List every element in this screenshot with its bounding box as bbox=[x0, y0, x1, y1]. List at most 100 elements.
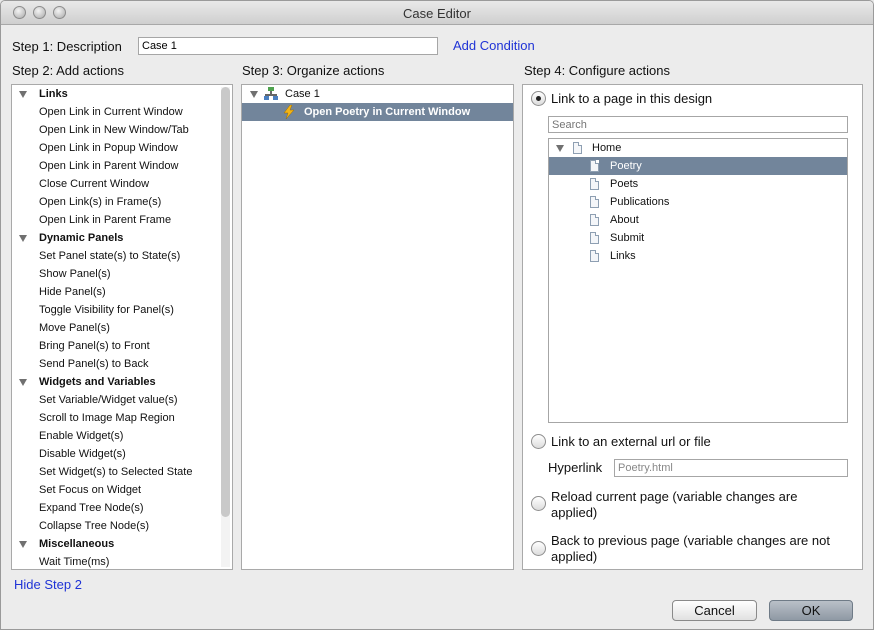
step3-label: Step 3: Organize actions bbox=[242, 63, 385, 78]
tree-node-page[interactable]: About bbox=[549, 211, 847, 229]
action-item-label: Open Link in Popup Window bbox=[39, 142, 178, 154]
action-item[interactable]: Open Link in New Window/Tab bbox=[12, 121, 232, 139]
organize-actions-tree: Case 1 Open Poetry in Current Window bbox=[241, 84, 514, 570]
action-item[interactable]: Set Variable/Widget value(s) bbox=[12, 391, 232, 409]
action-item[interactable]: Wait Time(ms) bbox=[12, 553, 232, 569]
page-icon bbox=[590, 214, 599, 226]
action-item[interactable]: Set Widget(s) to Selected State bbox=[12, 463, 232, 481]
action-item-label: Scroll to Image Map Region bbox=[39, 412, 175, 424]
radio-back-page-label-line2: applied) bbox=[551, 549, 598, 564]
action-item[interactable]: Bring Panel(s) to Front bbox=[12, 337, 232, 355]
radio-reload-page[interactable] bbox=[531, 496, 546, 511]
page-icon bbox=[590, 160, 599, 172]
action-item-label: Open Link in New Window/Tab bbox=[39, 124, 189, 136]
tree-node-page[interactable]: Poets bbox=[549, 175, 847, 193]
step4-label: Step 4: Configure actions bbox=[524, 63, 670, 78]
action-item[interactable]: Send Panel(s) to Back bbox=[12, 355, 232, 373]
collapse-triangle-icon[interactable] bbox=[250, 91, 258, 98]
action-item[interactable]: Open Link in Parent Window bbox=[12, 157, 232, 175]
action-item-label: Expand Tree Node(s) bbox=[39, 502, 144, 514]
case-node[interactable]: Case 1 bbox=[242, 85, 513, 103]
page-tree: Home Poetry Poets Publications About Submit L… bbox=[548, 138, 848, 423]
tree-node-label: Home bbox=[592, 142, 622, 154]
actions-scroll-thumb[interactable] bbox=[221, 87, 230, 517]
action-group-header[interactable]: Miscellaneous bbox=[12, 535, 232, 553]
action-item-label: Collapse Tree Node(s) bbox=[39, 520, 150, 532]
page-icon bbox=[590, 196, 599, 208]
action-item[interactable]: Set Focus on Widget bbox=[12, 481, 232, 499]
action-item[interactable]: Toggle Visibility for Panel(s) bbox=[12, 301, 232, 319]
action-item-label: Set Variable/Widget value(s) bbox=[39, 394, 178, 406]
tree-node-home[interactable]: Home bbox=[549, 139, 847, 157]
action-item[interactable]: Hide Panel(s) bbox=[12, 283, 232, 301]
radio-external-url-label: Link to an external url or file bbox=[551, 434, 711, 449]
action-item[interactable]: Scroll to Image Map Region bbox=[12, 409, 232, 427]
action-group-title: Miscellaneous bbox=[39, 538, 115, 550]
action-item[interactable]: Set Panel state(s) to State(s) bbox=[12, 247, 232, 265]
action-group-header[interactable]: Dynamic Panels bbox=[12, 229, 232, 247]
action-item[interactable]: Expand Tree Node(s) bbox=[12, 499, 232, 517]
action-group-title: Widgets and Variables bbox=[39, 376, 156, 388]
radio-back-page-label-line1: Back to previous page (variable changes … bbox=[551, 533, 830, 548]
action-item-label: Open Link in Parent Window bbox=[39, 160, 179, 172]
case-label: Case 1 bbox=[285, 88, 320, 100]
action-group-header[interactable]: Widgets and Variables bbox=[12, 373, 232, 391]
tree-node-label: Submit bbox=[610, 232, 645, 244]
case-editor-window: Case Editor Step 1: Description Add Cond… bbox=[0, 0, 874, 630]
actions-list: Links Open Link in Current Window Open Lin… bbox=[11, 84, 233, 570]
action-item-label: Disable Widget(s) bbox=[39, 448, 126, 460]
tree-node-label: About bbox=[610, 214, 639, 226]
tree-node-page[interactable]: Links bbox=[549, 247, 847, 265]
collapse-triangle-icon[interactable] bbox=[19, 379, 27, 386]
title-bar: Case Editor bbox=[1, 1, 873, 25]
tree-node-page[interactable]: Submit bbox=[549, 229, 847, 247]
action-item-label: Send Panel(s) to Back bbox=[39, 358, 149, 370]
radio-external-url[interactable] bbox=[531, 434, 546, 449]
collapse-triangle-icon[interactable] bbox=[19, 235, 27, 242]
action-item[interactable]: Open Link in Parent Frame bbox=[12, 211, 232, 229]
radio-link-page[interactable] bbox=[531, 91, 546, 106]
action-label: Open Poetry in Current Window bbox=[304, 106, 471, 118]
tree-node-label: Poets bbox=[610, 178, 639, 190]
action-item[interactable]: Disable Widget(s) bbox=[12, 445, 232, 463]
lightning-icon bbox=[283, 104, 295, 125]
collapse-triangle-icon[interactable] bbox=[19, 541, 27, 548]
hyperlink-input[interactable] bbox=[614, 459, 848, 477]
radio-back-page[interactable] bbox=[531, 541, 546, 556]
action-node-selected[interactable]: Open Poetry in Current Window bbox=[242, 103, 513, 121]
tree-node-page[interactable]: Publications bbox=[549, 193, 847, 211]
action-item[interactable]: Close Current Window bbox=[12, 175, 232, 193]
step1-label: Step 1: Description bbox=[12, 39, 122, 54]
hide-step2-link[interactable]: Hide Step 2 bbox=[14, 577, 82, 592]
action-item[interactable]: Show Panel(s) bbox=[12, 265, 232, 283]
action-group-title: Links bbox=[39, 88, 68, 100]
tree-node-page[interactable]: Poetry bbox=[549, 157, 847, 175]
collapse-triangle-icon[interactable] bbox=[19, 91, 27, 98]
action-item-label: Hide Panel(s) bbox=[39, 286, 106, 298]
action-item-label: Open Link in Parent Frame bbox=[39, 214, 172, 226]
action-item[interactable]: Open Link in Popup Window bbox=[12, 139, 232, 157]
radio-reload-page-label-line2: applied) bbox=[551, 505, 598, 520]
actions-scrollbar[interactable] bbox=[221, 87, 230, 567]
action-item-label: Toggle Visibility for Panel(s) bbox=[39, 304, 174, 316]
action-group-header[interactable]: Links bbox=[12, 85, 232, 103]
action-item-label: Set Widget(s) to Selected State bbox=[39, 466, 193, 478]
action-item[interactable]: Open Link(s) in Frame(s) bbox=[12, 193, 232, 211]
action-item-label: Move Panel(s) bbox=[39, 322, 110, 334]
action-group-title: Dynamic Panels bbox=[39, 232, 124, 244]
action-item-label: Bring Panel(s) to Front bbox=[39, 340, 150, 352]
action-item[interactable]: Collapse Tree Node(s) bbox=[12, 517, 232, 535]
ok-button[interactable]: OK bbox=[769, 600, 853, 621]
action-item[interactable]: Open Link in Current Window bbox=[12, 103, 232, 121]
action-item[interactable]: Enable Widget(s) bbox=[12, 427, 232, 445]
tree-node-label: Links bbox=[610, 250, 636, 262]
description-input[interactable] bbox=[138, 37, 438, 55]
action-item-label: Open Link(s) in Frame(s) bbox=[39, 196, 162, 208]
action-item[interactable]: Move Panel(s) bbox=[12, 319, 232, 337]
page-search-input[interactable] bbox=[548, 116, 848, 133]
tree-node-label: Publications bbox=[610, 196, 670, 208]
expand-triangle-icon[interactable] bbox=[556, 145, 564, 152]
page-icon bbox=[590, 250, 599, 262]
add-condition-link[interactable]: Add Condition bbox=[453, 38, 535, 53]
cancel-button[interactable]: Cancel bbox=[672, 600, 757, 621]
